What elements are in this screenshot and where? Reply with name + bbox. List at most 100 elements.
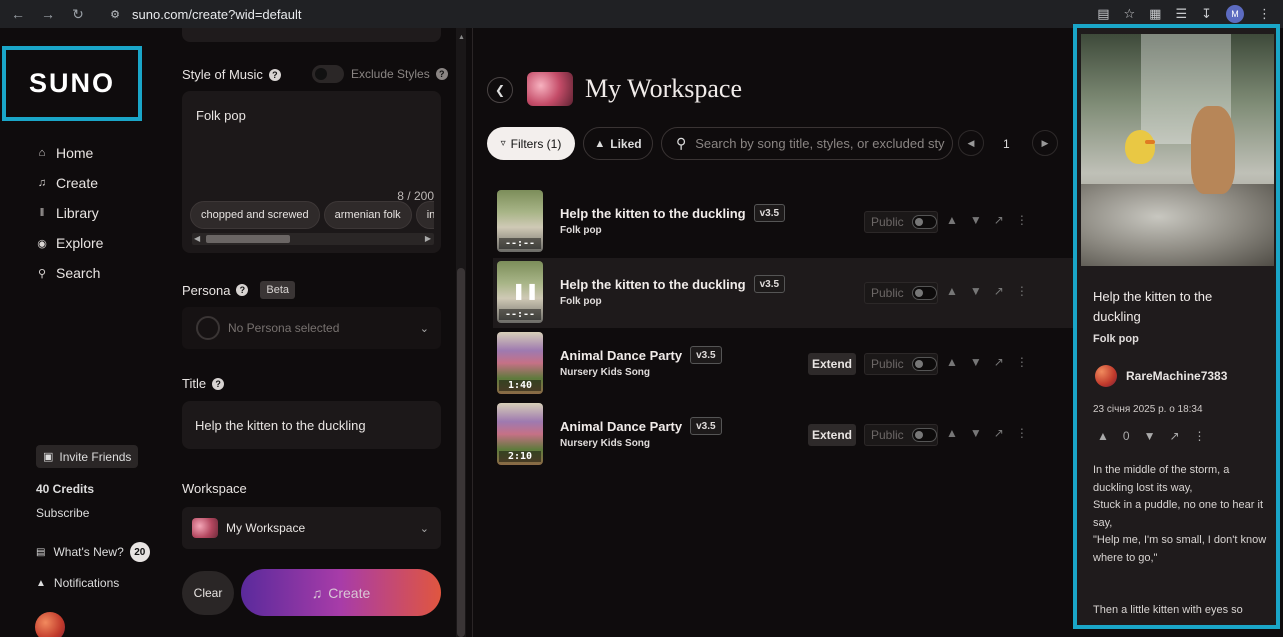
song-title[interactable]: Help the kitten to the duckling v3.5 [560,275,786,293]
song-search[interactable]: ⚲ [661,127,953,160]
thumbs-down-icon[interactable]: ▼ [970,355,982,369]
song-cover[interactable]: 1:40 [497,332,543,394]
workspace-select[interactable]: My Workspace ⌄ [182,507,441,549]
liked-button[interactable]: ▲ Liked [583,127,653,160]
style-chip[interactable]: chopped and screwed [190,201,320,229]
scrollbar-thumb[interactable] [457,268,465,637]
style-input-value[interactable]: Folk pop [196,108,246,123]
scrollbar-thumb[interactable] [206,235,290,243]
persona-select[interactable]: No Persona selected ⌄ [182,307,441,349]
site-settings-icon[interactable]: ⚙ [106,5,124,23]
thumbs-up-icon[interactable]: ▲ [946,213,958,227]
invite-friends-button[interactable]: ▣ Invite Friends [36,445,139,468]
url-text[interactable]: suno.com/create?wid=default [132,7,301,22]
toggle-switch[interactable] [911,286,937,300]
media-controls-icon[interactable]: ☰ [1175,6,1187,22]
user-avatar[interactable] [35,612,65,637]
share-icon[interactable]: ↗ [994,355,1004,369]
creator-name[interactable]: RareMachine7383 [1126,369,1227,383]
song-title[interactable]: Animal Dance Party v3.5 [560,346,722,364]
extend-button[interactable]: Extend [808,424,856,446]
song-title[interactable]: Help the kitten to the duckling v3.5 [560,204,786,222]
creator-avatar[interactable] [1095,365,1117,387]
toggle-switch[interactable] [911,428,937,442]
song-title-text[interactable]: Help the kitten to the duckling [560,277,746,292]
song-title[interactable]: Animal Dance Party v3.5 [560,417,722,435]
subscribe-link[interactable]: Subscribe [36,506,89,520]
song-cover-image[interactable] [1081,34,1274,266]
public-toggle[interactable]: Public [864,353,938,375]
more-options-icon[interactable]: ⋮ [1016,355,1028,369]
more-options-icon[interactable]: ⋮ [1016,284,1028,298]
title-field[interactable]: Help the kitten to the duckling [182,401,441,449]
help-icon[interactable]: ? [268,68,281,81]
thumbs-down-icon[interactable]: ▼ [970,213,982,227]
extend-button[interactable]: Extend [808,353,856,375]
thumbs-down-icon[interactable]: ▼ [1144,429,1156,443]
help-icon[interactable]: ? [435,68,448,80]
previous-page-button[interactable]: ◀ [958,130,984,156]
profile-avatar[interactable]: M [1226,5,1244,23]
sidebar-item-search[interactable]: ⚲ Search [34,258,103,288]
public-toggle[interactable]: Public [864,282,938,304]
more-options-icon[interactable]: ⋮ [1194,429,1206,443]
help-icon[interactable]: ? [212,377,225,390]
song-title-text[interactable]: Animal Dance Party [560,348,682,363]
more-options-icon[interactable]: ⋮ [1016,213,1028,227]
thumbs-up-icon[interactable]: ▲ [946,355,958,369]
toggle-switch[interactable] [911,357,937,371]
back-arrow-icon[interactable]: ← [6,2,30,26]
share-icon[interactable]: ↗ [994,426,1004,440]
song-row-selected[interactable]: ❚❚ --:-- Help the kitten to the duckling… [493,258,1073,328]
share-icon[interactable]: ↗ [994,284,1004,298]
share-icon[interactable]: ↗ [1169,429,1179,443]
song-title-text[interactable]: Animal Dance Party [560,419,682,434]
scroll-left-icon[interactable]: ◀ [194,233,200,245]
song-cover[interactable]: --:-- [497,190,543,252]
thumbs-up-icon[interactable]: ▲ [946,284,958,298]
play-icon[interactable]: ❚❚ [512,281,539,301]
public-toggle[interactable]: Public [864,211,938,233]
chips-scrollbar[interactable]: ◀ ▶ [192,233,434,245]
reload-icon[interactable]: ↻ [66,2,90,26]
sidebar-item-create[interactable]: ♫ Create [34,168,103,198]
style-chip[interactable]: armenian folk [323,201,412,229]
exclude-styles-toggle[interactable] [312,65,344,83]
notifications-link[interactable]: ▲ Notifications [36,576,119,590]
thumbs-up-icon[interactable]: ▲ [1097,429,1109,443]
create-button[interactable]: ♫ Create [241,569,441,616]
scroll-up-icon[interactable]: ▲ [458,34,465,41]
song-row[interactable]: --:-- Help the kitten to the duckling v3… [493,187,1073,257]
song-row[interactable]: 1:40 Animal Dance Party v3.5 Nursery Kid… [493,329,1073,399]
more-options-icon[interactable]: ⋮ [1016,426,1028,440]
help-icon[interactable]: ? [236,284,249,296]
toggle-switch[interactable] [911,215,937,229]
share-icon[interactable]: ↗ [994,213,1004,227]
search-input[interactable] [695,136,946,151]
back-button[interactable]: ❮ [487,77,513,103]
create-panel-scrollbar[interactable]: ▲ [456,28,466,637]
sidebar-item-library[interactable]: ‖ Library [34,198,103,228]
filters-button[interactable]: ▿ Filters (1) [487,127,575,160]
forward-arrow-icon[interactable]: → [36,2,60,26]
style-of-music-field[interactable]: Folk pop 8 / 200 chopped and screwed arm… [182,91,441,253]
song-cover[interactable]: 2:10 [497,403,543,465]
thumbs-down-icon[interactable]: ▼ [970,284,982,298]
clear-button[interactable]: Clear [182,571,234,615]
thumbs-down-icon[interactable]: ▼ [970,426,982,440]
song-title-text[interactable]: Help the kitten to the duckling [560,206,746,221]
next-page-button[interactable]: ▶ [1032,130,1058,156]
suno-logo[interactable]: SUNO [29,68,115,99]
song-row[interactable]: 2:10 Animal Dance Party v3.5 Nursery Kid… [493,400,1073,470]
address-bar[interactable]: ⚙ suno.com/create?wid=default [106,3,1046,25]
song-cover[interactable]: ❚❚ --:-- [497,261,543,323]
sidebar-item-home[interactable]: ⌂ Home [34,138,103,168]
sidebar-item-explore[interactable]: ◉ Explore [34,228,103,258]
extensions-icon[interactable]: ▦ [1149,6,1161,22]
menu-dots-icon[interactable]: ⋮ [1258,6,1271,22]
style-chip[interactable]: insti [415,201,434,229]
whats-new-link[interactable]: ▤ What's New? 20 [36,542,150,562]
bookmark-star-icon[interactable]: ☆ [1123,6,1135,22]
translate-icon[interactable]: ▤ [1097,6,1109,22]
download-icon[interactable]: ↧ [1201,6,1212,22]
